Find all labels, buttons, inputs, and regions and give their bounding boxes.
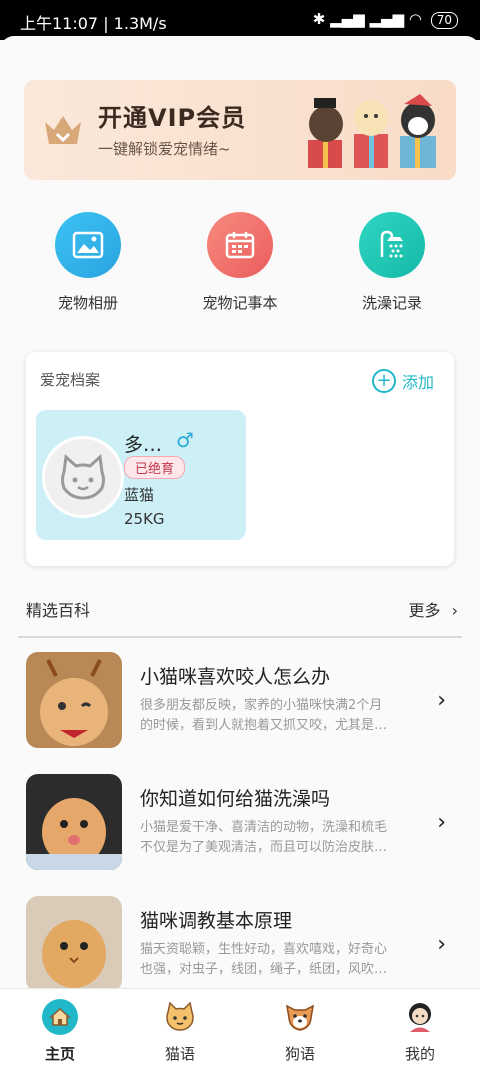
pet-profile-card: 爱宠档案 + 添加 多… ♂ 已绝育 蓝猫 25KG — [26, 352, 454, 566]
status-icons: ✱ ▂▄▆ ▂▄▆ ◠ 70 — [313, 10, 458, 29]
tab-cat-language-label: 猫语 — [164, 1045, 195, 1063]
bluetooth-icon: ✱ — [312, 10, 326, 28]
pet-card[interactable]: 多… ♂ 已绝育 蓝猫 25KG — [36, 410, 246, 540]
article-title: 猫咪调教基本原理 — [140, 910, 293, 932]
more-button[interactable]: 更多 › — [408, 597, 458, 621]
dog-icon — [282, 999, 318, 1035]
chevron-right-icon: › — [437, 688, 446, 713]
chevron-right-icon: › — [437, 932, 446, 957]
more-label: 更多 — [408, 601, 441, 620]
add-pet-button[interactable]: + 添加 — [371, 369, 434, 393]
shower-icon — [359, 212, 425, 278]
bottom-tab-bar: 主页 猫语 狗语 我的 — [0, 988, 480, 1068]
section-divider — [18, 636, 462, 638]
article-item[interactable]: 你知道如何给猫洗澡吗 小猫是爱干净、喜清洁的动物，洗澡和梳毛 不仅是为了美观清洁… — [26, 774, 454, 874]
quick-action-bath-label: 洗澡记录 — [361, 294, 422, 312]
pet-name: 多… — [124, 434, 163, 456]
plus-icon: + — [371, 369, 396, 393]
vip-title: 开通VIP会员 — [98, 104, 247, 132]
signal-icon-2: ▂▄▆ — [369, 10, 405, 28]
add-pet-label: 添加 — [401, 373, 434, 392]
avatar-icon — [402, 999, 438, 1035]
article-item[interactable]: 小猫咪喜欢咬人怎么办 很多朋友都反映，家养的小猫咪快满2个月 的时候，看到人就抱… — [26, 652, 454, 752]
crown-icon — [45, 116, 81, 144]
vip-banner[interactable]: 开通VIP会员 一键解锁爱宠情绪~ — [24, 80, 456, 180]
article-desc: 小猫是爱干净、喜清洁的动物，洗澡和梳毛 不仅是为了美观清洁，而且可以防治皮肤… — [140, 820, 388, 855]
wifi-icon: ◠ — [408, 10, 422, 28]
tab-mine[interactable]: 我的 — [380, 999, 460, 1064]
quick-action-album-label: 宠物相册 — [57, 294, 118, 312]
pet-weight: 25KG — [124, 510, 165, 528]
cat-icon — [162, 999, 198, 1035]
home-icon — [42, 999, 78, 1035]
tab-dog-language-label: 狗语 — [284, 1045, 315, 1063]
tab-dog-language[interactable]: 狗语 — [260, 999, 340, 1064]
article-thumbnail — [26, 896, 122, 992]
neutered-badge: 已绝育 — [124, 456, 186, 479]
quick-action-album[interactable]: 宠物相册 — [18, 212, 158, 313]
tab-home[interactable]: 主页 — [20, 999, 100, 1064]
cat-face-icon — [61, 454, 105, 500]
cats-gift-illustration — [308, 94, 436, 168]
encyclopedia-title: 精选百科 — [26, 601, 91, 620]
image-icon — [55, 212, 121, 278]
quick-action-notebook[interactable]: 宠物记事本 — [170, 212, 310, 313]
vip-subtitle: 一键解锁爱宠情绪~ — [98, 140, 231, 158]
pet-profile-title: 爱宠档案 — [40, 371, 101, 389]
calendar-icon — [207, 212, 273, 278]
pet-avatar — [42, 436, 124, 518]
tab-home-label: 主页 — [44, 1045, 75, 1063]
article-desc: 很多朋友都反映，家养的小猫咪快满2个月 的时候，看到人就抱着又抓又咬，尤其是… — [140, 698, 388, 733]
tab-cat-language[interactable]: 猫语 — [140, 999, 220, 1064]
signal-icon: ▂▄▆ — [330, 10, 365, 28]
chevron-right-icon: › — [451, 601, 458, 620]
article-title: 小猫咪喜欢咬人怎么办 — [140, 666, 331, 688]
status-time-speed: 上午11:07 | 1.3M/s — [20, 14, 167, 33]
male-icon: ♂ — [176, 428, 194, 452]
battery-icon: 70 — [430, 12, 458, 29]
article-thumbnail — [26, 774, 122, 870]
article-title: 你知道如何给猫洗澡吗 — [140, 788, 331, 810]
quick-action-notebook-label: 宠物记事本 — [202, 294, 278, 312]
article-desc: 猫天资聪颖，生性好动，喜欢嘻戏，好奇心 也强，对虫子，线团，绳子，纸团，风吹… — [140, 942, 388, 977]
quick-action-bath[interactable]: 洗澡记录 — [322, 212, 462, 313]
pet-breed: 蓝猫 — [124, 486, 155, 504]
article-thumbnail — [26, 652, 122, 748]
tab-mine-label: 我的 — [404, 1045, 435, 1063]
article-item[interactable]: 猫咪调教基本原理 猫天资聪颖，生性好动，喜欢嘻戏，好奇心 也强，对虫子，线团，绳… — [26, 896, 454, 996]
status-bar: 上午11:07 | 1.3M/s ✱ ▂▄▆ ▂▄▆ ◠ 70 — [0, 0, 480, 40]
chevron-right-icon: › — [437, 810, 446, 835]
